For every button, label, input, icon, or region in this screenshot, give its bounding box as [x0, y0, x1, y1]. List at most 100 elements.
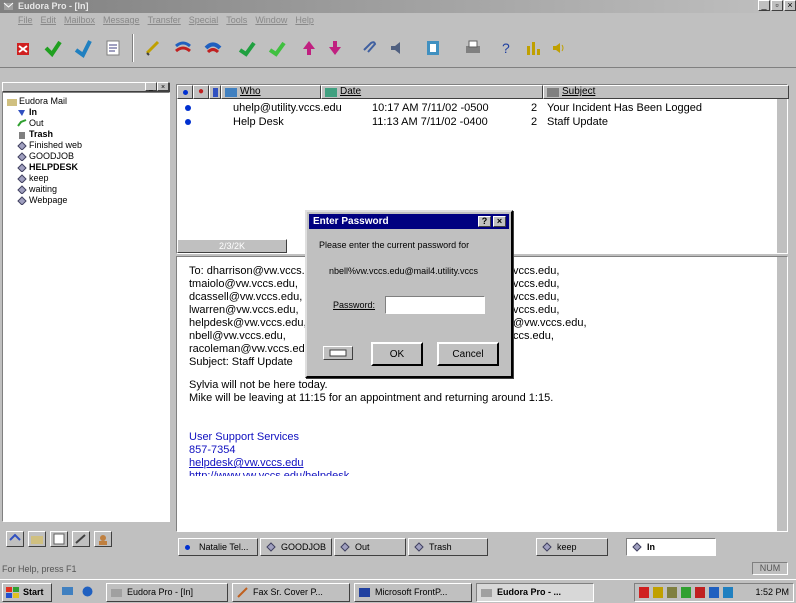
folder-finished-web[interactable]: Finished web: [7, 140, 82, 151]
tray-icon[interactable]: [695, 587, 705, 598]
tab-filesystem[interactable]: [28, 531, 46, 547]
folder-goodjob[interactable]: GOODJOB: [7, 151, 82, 162]
message-list-scrollbar[interactable]: [777, 99, 787, 253]
tab-personalities[interactable]: [94, 531, 112, 547]
toolbar-next-button[interactable]: [322, 35, 348, 61]
toolbar-check-mail-button[interactable]: [40, 35, 66, 61]
password-input[interactable]: [385, 296, 485, 314]
signature-url-link[interactable]: http://www.vw.vccs.edu/helpdesk: [189, 470, 553, 476]
toolbar-redirect-button[interactable]: [264, 35, 290, 61]
minimize-button[interactable]: _: [758, 0, 770, 11]
tab-signatures[interactable]: [72, 531, 90, 547]
tray-icon[interactable]: [723, 587, 733, 598]
tab-mailboxes[interactable]: [6, 531, 24, 547]
menu-mailbox[interactable]: Mailbox: [64, 15, 95, 25]
task-eudora-active[interactable]: Eudora Pro - ...: [476, 583, 594, 602]
toolbar-checkspell-button[interactable]: [384, 35, 410, 61]
dialog-help-button[interactable]: ?: [478, 216, 491, 227]
tab-in[interactable]: In: [626, 538, 716, 556]
dialog-close-button[interactable]: ×: [493, 216, 506, 227]
toolbar-help-button[interactable]: ?: [494, 35, 520, 61]
table-row[interactable]: Help Desk 11:13 AM 7/11/02 -0400 2 Staff…: [177, 115, 789, 129]
cancel-button[interactable]: Cancel: [437, 342, 499, 366]
table-row[interactable]: uhelp@utility.vccs.edu 10:17 AM 7/11/02 …: [177, 101, 789, 115]
toolbar-reply-button[interactable]: [170, 35, 196, 61]
tray-icon[interactable]: [653, 587, 663, 598]
tab-out[interactable]: Out: [334, 538, 406, 556]
address-book-icon: [427, 41, 439, 55]
folder-pane-close[interactable]: ×: [157, 82, 169, 91]
toolbar-attach-button[interactable]: [356, 35, 382, 61]
who-header-label: Who: [240, 86, 261, 97]
toolbar-previous-button[interactable]: [296, 35, 322, 61]
tab-trash[interactable]: Trash: [408, 538, 488, 556]
tab-label: Natalie Tel...: [199, 542, 249, 552]
stationery-tab-icon: [53, 533, 65, 545]
menu-tools[interactable]: Tools: [226, 15, 247, 25]
folder-pane-minimize[interactable]: _: [145, 82, 157, 91]
tray-icon[interactable]: [639, 587, 649, 598]
attach-icon: [363, 41, 377, 53]
toolbar-forward-button[interactable]: [234, 35, 260, 61]
toolbar-new-message-button[interactable]: [140, 35, 166, 61]
menu-transfer[interactable]: Transfer: [148, 15, 181, 25]
menu-window[interactable]: Window: [255, 15, 287, 25]
menu-file[interactable]: File: [18, 15, 33, 25]
menu-special[interactable]: Special: [189, 15, 219, 25]
folder-out[interactable]: Out: [7, 118, 82, 129]
folder-waiting[interactable]: waiting: [7, 184, 82, 195]
ok-button-label: OK: [389, 349, 405, 360]
folder-keep[interactable]: keep: [7, 173, 82, 184]
menu-message[interactable]: Message: [103, 15, 140, 25]
task-eudora-in[interactable]: Eudora Pro - [In]: [106, 583, 228, 602]
row-size: 2: [531, 116, 538, 128]
tray-icon[interactable]: [681, 587, 691, 598]
toolbar-address-book-button[interactable]: [420, 35, 446, 61]
mailbox-icon: [542, 542, 552, 552]
signature-email-link[interactable]: helpdesk@vw.vccs.edu: [189, 457, 553, 470]
tab-stationery[interactable]: [50, 531, 68, 547]
folder-label: Finished web: [29, 140, 83, 150]
label-icon: [213, 88, 218, 97]
folder-webpage[interactable]: Webpage: [7, 195, 82, 206]
subject-column-header[interactable]: Subject: [543, 85, 789, 99]
toolbar-options-button[interactable]: [520, 35, 546, 61]
toolbar-print-button[interactable]: [460, 35, 486, 61]
ok-button[interactable]: OK: [371, 342, 423, 366]
folder-trash[interactable]: Trash: [7, 129, 82, 140]
menu-edit[interactable]: Edit: [41, 15, 57, 25]
priority-column-header[interactable]: ●: [193, 85, 209, 99]
menu-help[interactable]: Help: [295, 15, 314, 25]
toolbar-reply-all-button[interactable]: [200, 35, 226, 61]
restore-button[interactable]: ▫: [771, 0, 783, 11]
attachment-column-header[interactable]: [209, 85, 221, 99]
tray-icon[interactable]: [667, 587, 677, 598]
quicklaunch-desktop[interactable]: [58, 583, 78, 602]
toolbar-send-button[interactable]: [70, 35, 96, 61]
folder-helpdesk[interactable]: HELPDESK: [7, 162, 82, 173]
row-subject: Your Incident Has Been Logged: [547, 102, 702, 114]
status-column-header[interactable]: [177, 85, 193, 99]
toolbar-sound-button[interactable]: [546, 35, 572, 61]
task-label: Fax Sr. Cover P...: [253, 587, 323, 597]
task-fax-cover[interactable]: Fax Sr. Cover P...: [232, 583, 350, 602]
who-icon: [225, 88, 237, 97]
tab-keep[interactable]: keep: [536, 538, 608, 556]
who-column-header[interactable]: Who: [221, 85, 321, 99]
preview-to-tail-line: vccs.edu,: [513, 278, 560, 290]
tray-icon[interactable]: [709, 587, 719, 598]
preview-scrollbar[interactable]: [777, 257, 787, 531]
toolbar-compose-button[interactable]: [100, 35, 126, 61]
keyboard-button[interactable]: [323, 346, 353, 360]
tree-root[interactable]: Eudora Mail: [7, 96, 82, 107]
folder-in[interactable]: In: [7, 107, 82, 118]
tab-goodjob[interactable]: GOODJOB: [260, 538, 332, 556]
quicklaunch-browser[interactable]: [78, 583, 98, 602]
date-column-header[interactable]: Date: [321, 85, 543, 99]
task-frontpage[interactable]: Microsoft FrontP...: [354, 583, 472, 602]
toolbar-delete-button[interactable]: [10, 35, 36, 61]
start-button[interactable]: Start: [2, 583, 52, 602]
folder-label: In: [29, 107, 37, 117]
close-button[interactable]: ×: [784, 0, 796, 11]
tab-natalie[interactable]: Natalie Tel...: [178, 538, 258, 556]
